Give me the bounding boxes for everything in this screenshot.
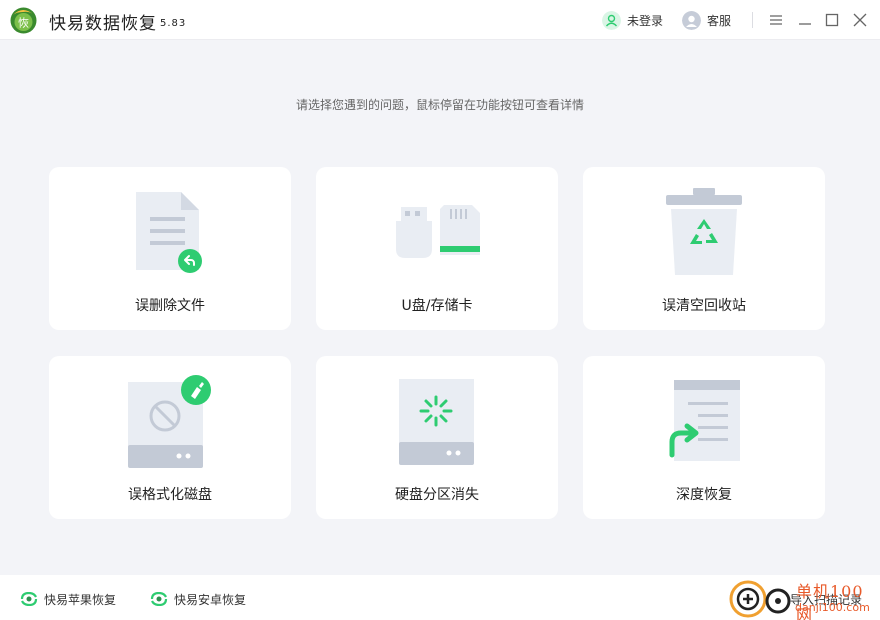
recycle-bin-icon [666,188,742,275]
card-label: 误格式化磁盘 [128,487,212,503]
service-label: 客服 [707,13,732,28]
card-usb-sdcard[interactable]: U盘/存储卡 [316,167,558,330]
usb-sdcard-icon [396,205,480,258]
card-label: 误删除文件 [135,298,205,314]
menu-icon[interactable] [767,11,785,29]
card-label: 误清空回收站 [662,298,746,314]
formatted-disk-icon [128,375,211,468]
card-recycle-bin[interactable]: 误清空回收站 [583,167,825,330]
card-deleted-file[interactable]: 误删除文件 [49,167,291,330]
minimize-icon[interactable] [796,11,814,29]
app-version: 5.83 [160,18,187,29]
android-recovery-link[interactable]: 快易安卓恢复 [150,591,246,607]
watermark-url: danji100.com [795,601,870,614]
login-button[interactable]: 未登录 [602,10,663,30]
card-label: 硬盘分区消失 [395,487,479,503]
deep-recovery-icon [669,380,740,461]
card-lost-partition[interactable]: 硬盘分区消失 [316,356,558,519]
card-label: U盘/存储卡 [401,298,473,314]
lost-partition-icon [399,379,474,465]
android-recovery-label: 快易安卓恢复 [174,592,247,607]
headset-icon [682,10,701,30]
user-icon [602,10,621,30]
customer-service-button[interactable]: 客服 [682,10,731,30]
close-icon[interactable] [851,11,869,29]
recovery-logo-icon [150,592,168,606]
deleted-file-icon [136,192,202,273]
title-bar: 恢 快易数据恢复 5.83 未登录 客服 [0,0,880,40]
logo-text: 恢 [18,17,29,30]
card-label: 深度恢复 [676,487,732,503]
apple-recovery-label: 快易苹果恢复 [44,592,117,607]
apple-recovery-link[interactable]: 快易苹果恢复 [20,591,116,607]
titlebar-divider [752,12,753,28]
maximize-icon[interactable] [823,11,841,29]
instruction-text: 请选择您遇到的问题，鼠标停留在功能按钮可查看详情 [295,98,584,112]
card-formatted-disk[interactable]: 误格式化磁盘 [49,356,291,519]
app-logo-icon: 恢 [10,7,37,34]
app-title: 快易数据恢复 [49,14,157,34]
login-label: 未登录 [627,13,664,28]
recovery-logo-icon [20,592,38,606]
card-deep-recovery[interactable]: 深度恢复 [583,356,825,519]
